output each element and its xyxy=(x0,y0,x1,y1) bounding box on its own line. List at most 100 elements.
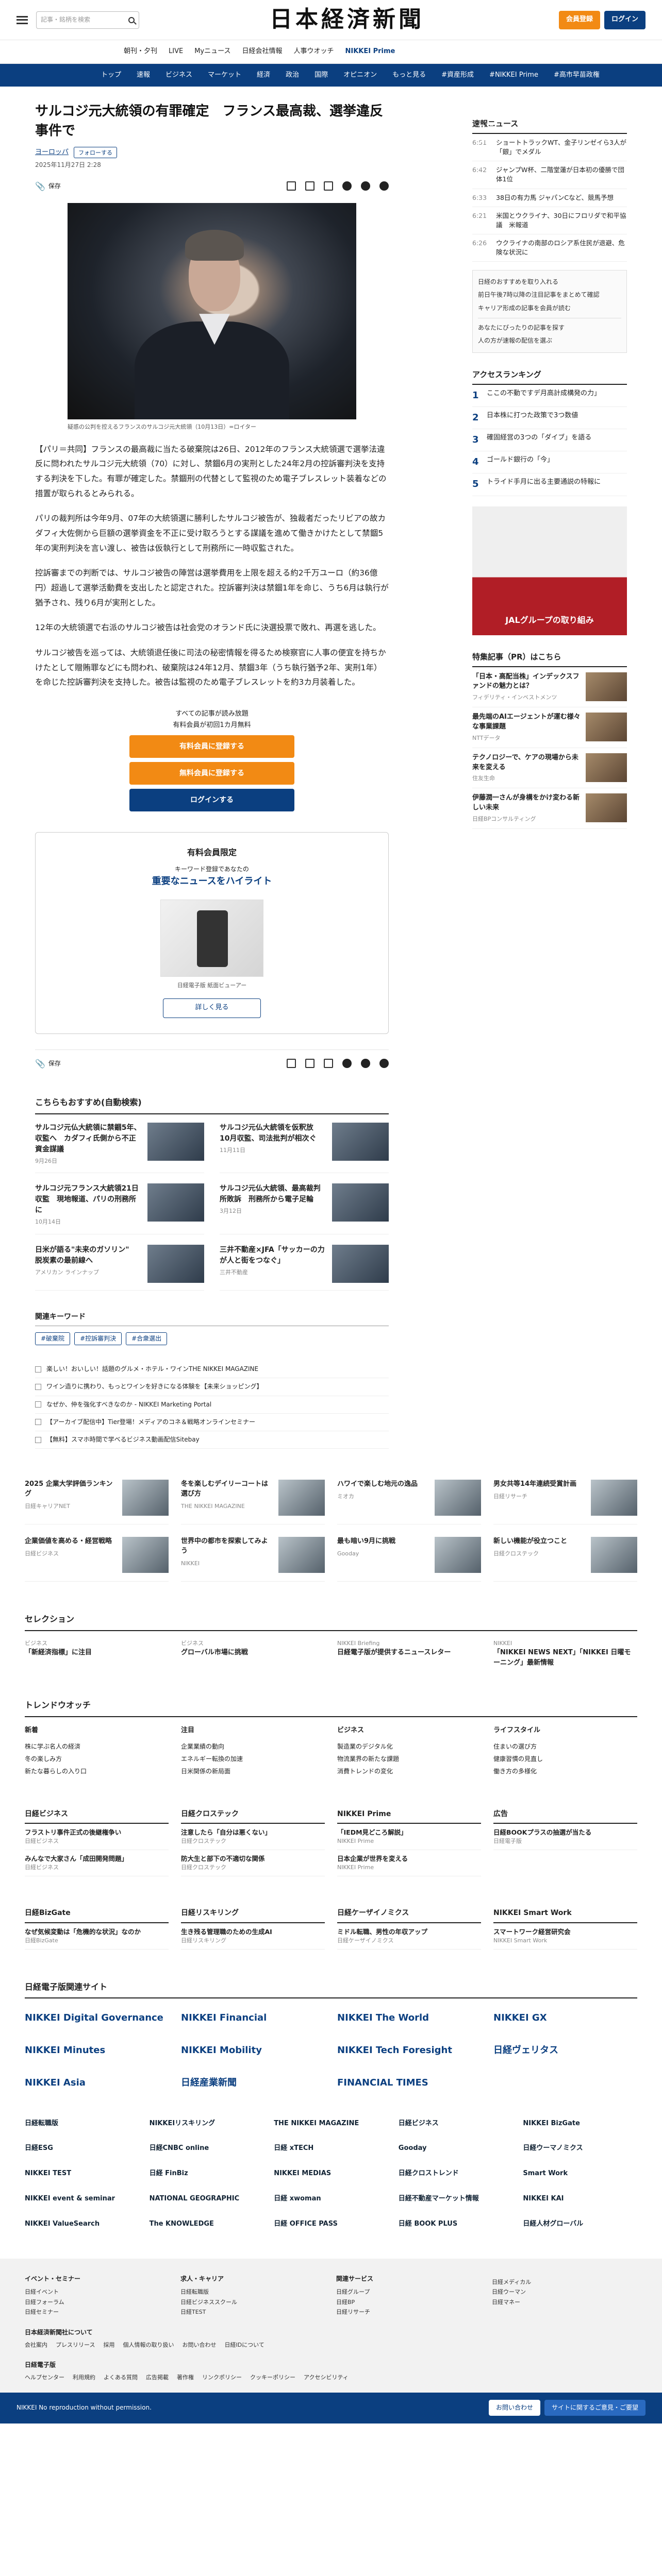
site-logo[interactable]: 日本経済新聞 xyxy=(139,2,555,38)
selection-item[interactable]: ビジネス 「新経済指標」に注目 xyxy=(25,1639,169,1668)
brand-small-link[interactable]: NIKKEI event & seminar xyxy=(25,2191,139,2208)
mail-icon[interactable] xyxy=(305,1059,315,1069)
trend-link[interactable]: 新たな暮らしの入り口 xyxy=(25,1765,169,1777)
news-item[interactable]: 6:21 米国とウクライナ、30日にフロリダで和平協議 米報道 xyxy=(472,207,627,234)
footer-link[interactable]: ヘルプセンター xyxy=(25,2373,64,2382)
footer-link[interactable]: 日経フォーラム xyxy=(25,2297,170,2308)
service-link[interactable]: 日本企業が世界を変える NIKKEI Prime xyxy=(337,1850,481,1877)
selection-item[interactable]: ビジネス グローバル市場に挑戦 xyxy=(181,1639,325,1668)
pr-item[interactable]: テクノロジーで、ケアの現場から未来を変える 住友生命 xyxy=(472,748,627,789)
keyword-tag[interactable]: #合衆選出 xyxy=(126,1332,168,1346)
mainnav-item[interactable]: マーケット xyxy=(208,70,241,81)
footer-link[interactable]: 日経TEST xyxy=(180,2307,326,2317)
brand-small-link[interactable]: 日経転職版 xyxy=(25,2115,139,2132)
service-link[interactable]: 防大生と部下の不適切な関係 日経クロステック xyxy=(181,1850,325,1877)
subnav-item[interactable]: 日経会社情報 xyxy=(242,46,282,57)
service-link[interactable]: ミドル転職、男性の年収アップ 日経ケーザイノミクス xyxy=(337,1923,481,1950)
brand-small-link[interactable]: The KNOWLEDGE xyxy=(150,2216,264,2233)
personalize-link[interactable]: 前日午後7時以降の注目記事をまとめて確認 xyxy=(478,289,621,301)
trend-link[interactable]: 物流業界の新たな課題 xyxy=(337,1753,481,1765)
footer-link[interactable]: クッキーポリシー xyxy=(250,2373,295,2382)
footer-link[interactable]: 採用 xyxy=(103,2341,114,2350)
footer-link[interactable]: 会社案内 xyxy=(25,2341,47,2350)
search-icon[interactable] xyxy=(128,16,135,23)
footer-link[interactable]: お問い合わせ xyxy=(182,2341,216,2350)
link-share-icon[interactable] xyxy=(379,181,389,191)
brand-logo-link[interactable]: NIKKEI Digital Governance xyxy=(25,2007,169,2030)
print-icon[interactable] xyxy=(287,1059,296,1069)
footer-link[interactable]: 日経ウーマン xyxy=(492,2287,637,2297)
footer-link[interactable]: 日経マネー xyxy=(492,2297,637,2308)
brand-small-link[interactable]: 日経 OFFICE PASS xyxy=(274,2216,388,2233)
ad-link[interactable]: ワイン造りに携わり、もっとワインを好きになる体験を【未来ショッピング】 xyxy=(35,1378,389,1396)
brand-small-link[interactable]: 日経人材グローバル xyxy=(523,2216,637,2233)
footer-link[interactable]: 日経セミナー xyxy=(25,2307,170,2317)
wide-card[interactable]: 冬を楽しむデイリーコートは選び方 THE NIKKEI MAGAZINE xyxy=(181,1480,325,1525)
brand-logo-link[interactable]: NIKKEI Tech Foresight xyxy=(337,2039,481,2062)
brand-logo-link[interactable]: FINANCIAL TIMES xyxy=(337,2072,481,2095)
brand-small-link[interactable]: 日経ウーマノミクス xyxy=(523,2140,637,2157)
bookmark-icon[interactable] xyxy=(324,181,333,191)
footer-link[interactable]: 利用規約 xyxy=(73,2373,95,2382)
wide-card[interactable]: 最も暗い9月に挑戦 Gooday xyxy=(337,1537,481,1582)
brand-logo-link[interactable]: NIKKEI Asia xyxy=(25,2072,169,2095)
mainnav-item[interactable]: 速報 xyxy=(137,70,150,81)
ranking-item[interactable]: 2 日本株に打つた政策で3つ数値 xyxy=(472,407,627,430)
subnav-item[interactable]: 朝刊・夕刊 xyxy=(124,46,157,57)
service-link[interactable]: 「IEDM見どころ解説」 NIKKEI Prime xyxy=(337,1824,481,1851)
save-tool[interactable]: 📎 保存 xyxy=(35,180,61,193)
ad-link[interactable]: 楽しい！おいしい！話題のグルメ・ホテル・ワインTHE NIKKEI MAGAZI… xyxy=(35,1361,389,1379)
wide-card[interactable]: 2025 企業大学評価ランキング 日経キャリアNET xyxy=(25,1480,169,1525)
brand-small-link[interactable]: Smart Work xyxy=(523,2165,637,2182)
selection-item[interactable]: NIKKEI 「NIKKEI NEWS NEXT」「NIKKEI 日曜モーニング」… xyxy=(493,1639,637,1668)
brand-small-link[interactable]: NIKKEI ValueSearch xyxy=(25,2216,139,2233)
footer-link[interactable]: 日経ビジネススクール xyxy=(180,2297,326,2308)
facebook-share-icon[interactable] xyxy=(361,181,370,191)
brand-small-link[interactable]: 日経CNBC online xyxy=(150,2140,264,2157)
trend-link[interactable]: 消費トレンドの変化 xyxy=(337,1765,481,1777)
brand-small-link[interactable]: 日経クロストレンド xyxy=(399,2165,513,2182)
service-link[interactable]: 日経BOOKプラスの抽選が当たる 日経電子版 xyxy=(493,1824,637,1851)
trend-link[interactable]: 製造業のデジタル化 xyxy=(337,1740,481,1753)
search-input[interactable]: 記事・銘柄を検索 xyxy=(36,11,139,29)
subscribe-button[interactable]: 会員登録 xyxy=(558,10,600,29)
bookmark-icon[interactable] xyxy=(324,1059,333,1069)
footer-link[interactable]: 日経BP xyxy=(336,2297,482,2308)
brand-small-link[interactable]: NIKKEI KAI xyxy=(523,2191,637,2208)
footer-link[interactable]: 日経リサーチ xyxy=(336,2307,482,2317)
news-item[interactable]: 6:33 38日の有力馬 ジャパンCなど、競馬予想 xyxy=(472,189,627,207)
free-signup-button[interactable]: 無料会員に登録する xyxy=(129,762,294,785)
mainnav-item[interactable]: #資産形成 xyxy=(441,70,474,81)
footer-link[interactable]: アクセシビリティ xyxy=(304,2373,349,2382)
personalize-link[interactable]: 人の方が速報の配信を選ぶ xyxy=(478,334,621,347)
wide-card[interactable]: 世界中の都市を探索してみよう NIKKEI xyxy=(181,1537,325,1582)
personalize-link[interactable]: キャリア形成の記事を会員が読む xyxy=(478,302,621,315)
footer-link[interactable]: 日経IDについて xyxy=(224,2341,264,2350)
wide-card[interactable]: 新しい機能が役立つこと 日経クロステック xyxy=(493,1537,637,1582)
print-icon[interactable] xyxy=(287,181,296,191)
mainnav-item[interactable]: トップ xyxy=(101,70,121,81)
footer-link[interactable]: 日経イベント xyxy=(25,2287,170,2297)
login-button[interactable]: ログイン xyxy=(604,10,646,29)
trend-link[interactable]: 住まいの選び方 xyxy=(493,1740,637,1753)
footer-link[interactable]: プレスリリース xyxy=(56,2341,95,2350)
mainnav-item[interactable]: 国際 xyxy=(315,70,328,81)
footer-link[interactable]: 広告掲載 xyxy=(146,2373,169,2382)
brand-small-link[interactable]: 日経ビジネス xyxy=(399,2115,513,2132)
mainnav-item[interactable]: #NIKKEI Prime xyxy=(489,70,538,81)
mainnav-item[interactable]: #高市早苗政権 xyxy=(554,70,600,81)
subnav-item[interactable]: 人事ウオッチ xyxy=(293,46,334,57)
recommend-item[interactable]: サルコジ元仏大統領に禁錮5年、収監へ カダフィ氏側から不正資金謀議 9月26日 xyxy=(35,1122,204,1174)
brand-logo-link[interactable]: 日経ヴェリタス xyxy=(493,2039,637,2062)
pr-item[interactable]: 伊藤潤一さんが身構をかけ変わる新しい未来 日経BPコンサルティング xyxy=(472,788,627,829)
brand-small-link[interactable]: 日経ESG xyxy=(25,2140,139,2157)
service-link[interactable]: フラストリ事件正式の後継権争い 日経ビジネス xyxy=(25,1824,169,1851)
mainnav-item[interactable]: オピニオン xyxy=(343,70,377,81)
brand-small-link[interactable]: NIKKEI BizGate xyxy=(523,2115,637,2132)
brand-small-link[interactable]: THE NIKKEI MAGAZINE xyxy=(274,2115,388,2132)
mail-icon[interactable] xyxy=(305,181,315,191)
mainnav-item[interactable]: ビジネス xyxy=(166,70,192,81)
ranking-item[interactable]: 5 トライド手月に出る主要通説の特報に xyxy=(472,473,627,496)
service-link[interactable]: 生き残る管理職のための生成AI 日経リスキリング xyxy=(181,1923,325,1950)
trend-link[interactable]: 冬の楽しみ方 xyxy=(25,1753,169,1765)
